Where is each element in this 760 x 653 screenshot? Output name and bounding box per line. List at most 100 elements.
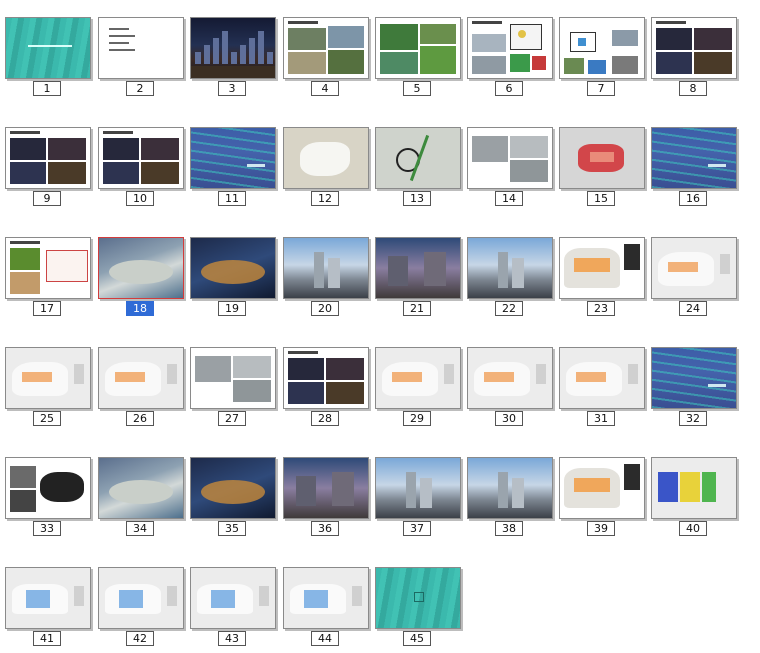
slide-thumbnail[interactable] (651, 457, 737, 519)
slide-thumbnail-cell[interactable]: 26 (98, 347, 184, 432)
slide-thumbnail-cell[interactable]: 12 (283, 127, 369, 212)
slide-thumbnail[interactable] (559, 127, 645, 189)
slide-thumbnail[interactable] (651, 347, 737, 409)
slide-thumbnail-cell[interactable]: 20 (283, 237, 369, 322)
slide-thumbnail[interactable] (375, 457, 461, 519)
slide-thumbnail[interactable] (467, 127, 553, 189)
slide-thumbnail[interactable] (467, 457, 553, 519)
slide-thumbnail[interactable] (190, 237, 276, 299)
slide-thumbnail[interactable] (5, 127, 91, 189)
slide-thumbnail-cell[interactable]: 24 (651, 237, 737, 322)
slide-thumbnail[interactable] (283, 347, 369, 409)
slide-thumbnail[interactable] (190, 457, 276, 519)
slide-thumbnail-cell[interactable]: 10 (98, 127, 184, 212)
slide-thumbnail-cell[interactable]: 37 (375, 457, 461, 542)
slide-thumbnail[interactable] (98, 347, 184, 409)
slide-thumbnail[interactable] (375, 567, 461, 629)
slide-thumbnail-cell[interactable]: 18 (98, 237, 184, 322)
slide-thumbnail-cell[interactable]: 35 (190, 457, 276, 542)
slide-thumbnail[interactable] (467, 347, 553, 409)
slide-thumbnail[interactable] (98, 457, 184, 519)
thumbnail-graphic (296, 476, 316, 506)
slide-thumbnail-cell[interactable]: 45 (375, 567, 461, 652)
slide-thumbnail-cell[interactable]: 28 (283, 347, 369, 432)
slide-thumbnail-cell[interactable]: 40 (651, 457, 737, 542)
slide-thumbnail[interactable] (559, 347, 645, 409)
slide-thumbnail-cell[interactable]: 31 (559, 347, 645, 432)
slide-thumbnail-cell[interactable]: 32 (651, 347, 737, 432)
thumbnail-graphic (288, 21, 318, 24)
slide-thumbnail[interactable] (98, 127, 184, 189)
slide-thumbnail[interactable] (283, 237, 369, 299)
thumbnail-graphic (576, 372, 606, 382)
slide-thumbnail-cell[interactable]: 3 (190, 17, 276, 102)
slide-thumbnail[interactable] (375, 127, 461, 189)
slide-thumbnail-cell[interactable]: 22 (467, 237, 553, 322)
thumbnail-graphic (658, 472, 678, 502)
slide-thumbnail-cell[interactable]: 8 (651, 17, 737, 102)
slide-thumbnail[interactable] (375, 347, 461, 409)
slide-thumbnail-cell[interactable]: 23 (559, 237, 645, 322)
slide-thumbnail-cell[interactable]: 34 (98, 457, 184, 542)
slide-thumbnail-cell[interactable]: 21 (375, 237, 461, 322)
slide-thumbnail-cell[interactable]: 7 (559, 17, 645, 102)
slide-thumbnail-cell[interactable]: 14 (467, 127, 553, 212)
slide-thumbnail-cell[interactable]: 27 (190, 347, 276, 432)
slide-thumbnail-cell[interactable]: 38 (467, 457, 553, 542)
slide-thumbnail[interactable] (190, 17, 276, 79)
slide-thumbnail[interactable] (559, 17, 645, 79)
slide-thumbnail[interactable] (559, 237, 645, 299)
slide-thumbnail[interactable] (190, 127, 276, 189)
slide-thumbnail[interactable] (467, 237, 553, 299)
slide-thumbnail[interactable] (651, 237, 737, 299)
thumbnail-graphic (328, 26, 364, 48)
slide-thumbnail[interactable] (375, 17, 461, 79)
slide-thumbnail[interactable] (467, 17, 553, 79)
slide-thumbnail-cell[interactable]: 4 (283, 17, 369, 102)
slide-thumbnail-cell[interactable]: 9 (5, 127, 91, 212)
slide-thumbnail-cell[interactable]: 6 (467, 17, 553, 102)
slide-thumbnail[interactable] (5, 237, 91, 299)
slide-thumbnail[interactable] (375, 237, 461, 299)
slide-thumbnail[interactable] (283, 457, 369, 519)
slide-thumbnail[interactable] (651, 127, 737, 189)
thumbnail-graphic (612, 30, 638, 46)
slide-thumbnail-cell[interactable]: 36 (283, 457, 369, 542)
slide-thumbnail-cell[interactable]: 11 (190, 127, 276, 212)
slide-thumbnail-cell[interactable]: 33 (5, 457, 91, 542)
slide-thumbnail-cell[interactable]: 15 (559, 127, 645, 212)
slide-thumbnail-cell[interactable]: 2 (98, 17, 184, 102)
slide-thumbnail-cell[interactable]: 25 (5, 347, 91, 432)
slide-thumbnail[interactable] (5, 457, 91, 519)
slide-thumbnail-cell[interactable]: 39 (559, 457, 645, 542)
thumbnail-graphic (109, 260, 173, 284)
slide-thumbnail[interactable] (559, 457, 645, 519)
slide-thumbnail-cell[interactable]: 41 (5, 567, 91, 652)
slide-thumbnail[interactable] (5, 347, 91, 409)
slide-thumbnail[interactable] (98, 237, 184, 299)
slide-thumbnail-cell[interactable]: 43 (190, 567, 276, 652)
slide-thumbnail-cell[interactable]: 13 (375, 127, 461, 212)
slide-thumbnail-cell[interactable]: 17 (5, 237, 91, 322)
slide-thumbnail[interactable] (190, 567, 276, 629)
slide-thumbnail[interactable] (283, 17, 369, 79)
slide-thumbnail[interactable] (651, 17, 737, 79)
slide-number-label: 20 (311, 301, 339, 316)
slide-thumbnail-cell[interactable]: 5 (375, 17, 461, 102)
slide-thumbnail[interactable] (283, 127, 369, 189)
slide-thumbnail-cell[interactable]: 42 (98, 567, 184, 652)
slide-thumbnail[interactable] (98, 567, 184, 629)
slide-thumbnail[interactable] (190, 347, 276, 409)
slide-thumbnail-cell[interactable]: 30 (467, 347, 553, 432)
slide-thumbnail[interactable] (5, 17, 91, 79)
slide-thumbnail[interactable] (283, 567, 369, 629)
slide-thumbnail-cell[interactable]: 19 (190, 237, 276, 322)
slide-thumbnail[interactable] (5, 567, 91, 629)
slide-thumbnail-cell[interactable]: 29 (375, 347, 461, 432)
thumbnail-graphic (240, 45, 246, 64)
slide-thumbnail[interactable] (98, 17, 184, 79)
slide-thumbnail-cell[interactable]: 44 (283, 567, 369, 652)
thumbnail-graphic (204, 45, 210, 64)
slide-thumbnail-cell[interactable]: 1 (5, 17, 91, 102)
slide-thumbnail-cell[interactable]: 16 (651, 127, 737, 212)
